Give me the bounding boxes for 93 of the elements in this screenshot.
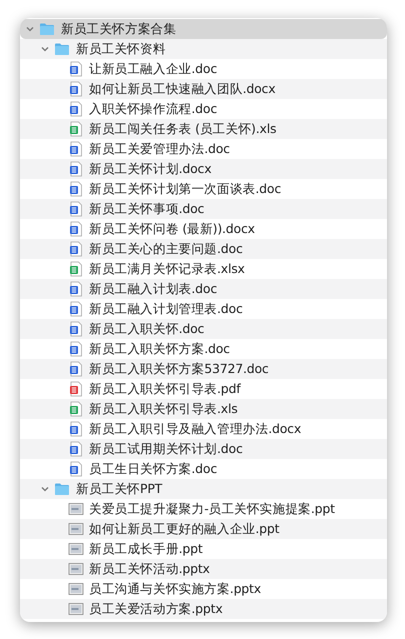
file-name: 入职关怀操作流程.doc (89, 100, 218, 118)
slide-thumbnail-icon (68, 581, 84, 597)
file-name: 如何让新员工快速融入团队.docx (89, 80, 276, 98)
file-row[interactable]: 新员工入职关怀.doc (20, 319, 387, 339)
file-name: 员工沟通与关怀实施方案.pptx (89, 580, 261, 598)
file-row[interactable]: 让新员工融入企业.doc (20, 59, 387, 79)
file-row[interactable]: 入职关怀操作流程.doc (20, 99, 387, 119)
file-row[interactable]: 新员工入职引导及融入管理办法.docx (20, 419, 387, 439)
file-name: 员工关爱活动方案.pptx (89, 600, 223, 618)
file-row[interactable]: 新员工关爱管理办法.doc (20, 139, 387, 159)
file-row[interactable]: 员工沟通与关怀实施方案.pptx (20, 579, 387, 599)
word-document-icon (68, 321, 84, 337)
word-document-icon (68, 161, 84, 177)
word-document-icon (68, 181, 84, 197)
file-name: 新员工关心的主要问题.doc (89, 240, 243, 258)
file-row[interactable]: 新员工关怀事项.doc (20, 199, 387, 219)
file-row[interactable]: 新员工融入计划管理表.doc (20, 299, 387, 319)
file-name: 如何让新员工更好的融入企业.ppt (89, 520, 280, 538)
file-name: 新员工试用期关怀计划.doc (89, 440, 243, 458)
word-document-icon (68, 141, 84, 157)
file-name: 新员工入职关怀.doc (89, 320, 204, 338)
folder-name: 新员工关怀资料 (76, 40, 166, 58)
file-row[interactable]: 如何让新员工更好的融入企业.ppt (20, 519, 387, 539)
file-row[interactable]: 新员工成长手册.ppt (20, 539, 387, 559)
word-document-icon (68, 301, 84, 317)
word-document-icon (68, 101, 84, 117)
word-document-icon (68, 421, 84, 437)
file-name: 新员工关怀计划.docx (89, 160, 212, 178)
word-document-icon (68, 201, 84, 217)
word-document-icon (68, 441, 84, 457)
file-row[interactable]: 新员工入职关怀方案.doc (20, 339, 387, 359)
word-document-icon (68, 461, 84, 477)
word-document-icon (68, 281, 84, 297)
file-name: 新员工入职关怀方案.doc (89, 340, 230, 358)
file-name: 关爱员工提升凝聚力-员工关怀实施提案.ppt (89, 500, 335, 518)
slide-thumbnail-icon (68, 501, 84, 517)
file-row[interactable]: 如何让新员工快速融入团队.docx (20, 79, 387, 99)
file-name: 新员工关怀计划第一次面谈表.doc (89, 180, 282, 198)
folder-row[interactable]: 新员工关怀PPT (20, 479, 387, 499)
chevron-icon[interactable] (40, 484, 50, 494)
file-name: 新员工入职关怀引导表.xls (89, 400, 238, 418)
slide-thumbnail-icon (68, 601, 84, 617)
chevron-icon[interactable] (25, 24, 35, 34)
word-document-icon (68, 241, 84, 257)
file-name: 新员工满月关怀记录表.xlsx (89, 260, 245, 278)
word-document-icon (68, 61, 84, 77)
spreadsheet-icon (68, 121, 84, 137)
word-document-icon (68, 81, 84, 97)
file-name: 新员工闯关任务表 (员工关怀).xls (89, 120, 276, 138)
file-name: 新员工融入计划管理表.doc (89, 300, 243, 318)
file-row[interactable]: 员工生日关怀方案.doc (20, 459, 387, 479)
chevron-icon[interactable] (40, 44, 50, 54)
file-name: 新员工入职引导及融入管理办法.docx (89, 420, 302, 438)
file-name: 新员工关怀活动.pptx (89, 560, 210, 578)
file-row[interactable]: 新员工入职关怀方案53727.doc (20, 359, 387, 379)
pdf-document-icon (68, 381, 84, 397)
file-name: 新员工关怀问卷 (最新)).docx (89, 220, 255, 238)
word-document-icon (68, 221, 84, 237)
file-row[interactable]: 新员工关心的主要问题.doc (20, 239, 387, 259)
folder-row[interactable]: 新员工关怀方案合集 (20, 19, 387, 39)
file-name: 新员工关爱管理办法.doc (89, 140, 230, 158)
slide-thumbnail-icon (68, 561, 84, 577)
word-document-icon (68, 341, 84, 357)
folder-name: 新员工关怀PPT (76, 480, 162, 498)
file-name: 员工生日关怀方案.doc (89, 460, 218, 478)
file-name: 新员工关怀事项.doc (89, 200, 204, 218)
file-row[interactable]: 关爱员工提升凝聚力-员工关怀实施提案.ppt (20, 499, 387, 519)
file-name: 新员工入职关怀方案53727.doc (89, 360, 269, 378)
spreadsheet-icon (68, 261, 84, 277)
file-row[interactable]: 新员工关怀计划第一次面谈表.doc (20, 179, 387, 199)
file-row[interactable]: 新员工关怀计划.docx (20, 159, 387, 179)
file-name: 新员工成长手册.ppt (89, 540, 203, 558)
file-name: 新员工融入计划表.doc (89, 280, 218, 298)
slide-thumbnail-icon (68, 521, 84, 537)
file-row[interactable]: 新员工入职关怀引导表.pdf (20, 379, 387, 399)
file-row[interactable]: 新员工关怀活动.pptx (20, 559, 387, 579)
file-name: 让新员工融入企业.doc (89, 60, 218, 78)
file-row[interactable]: 新员工试用期关怀计划.doc (20, 439, 387, 459)
folder-icon (53, 41, 71, 57)
folder-icon (53, 481, 71, 497)
folder-name: 新员工关怀方案合集 (61, 20, 176, 38)
file-row[interactable]: 新员工闯关任务表 (员工关怀).xls (20, 119, 387, 139)
file-row[interactable]: 新员工关怀问卷 (最新)).docx (20, 219, 387, 239)
slide-thumbnail-icon (68, 541, 84, 557)
spreadsheet-icon (68, 401, 84, 417)
folder-icon (38, 21, 56, 37)
file-row[interactable]: 新员工融入计划表.doc (20, 279, 387, 299)
file-row[interactable]: 新员工满月关怀记录表.xlsx (20, 259, 387, 279)
word-document-icon (68, 361, 84, 377)
file-row[interactable]: 员工关爱活动方案.pptx (20, 599, 387, 619)
file-row[interactable]: 新员工入职关怀引导表.xls (20, 399, 387, 419)
folder-row[interactable]: 新员工关怀资料 (20, 39, 387, 59)
file-name: 新员工入职关怀引导表.pdf (89, 380, 240, 398)
